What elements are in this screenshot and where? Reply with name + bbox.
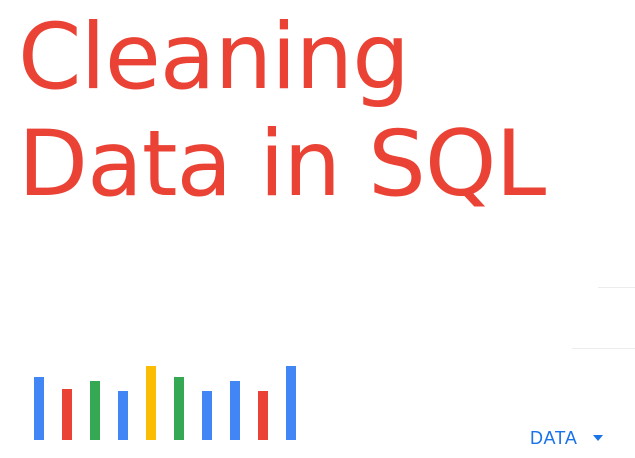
logo-bar — [62, 389, 72, 440]
logo-bar — [174, 377, 184, 440]
logo-bar — [34, 377, 44, 440]
logo-bar — [286, 366, 296, 440]
bar-chart-logo-icon — [34, 366, 296, 440]
logo-bar — [90, 381, 100, 440]
logo-bar — [118, 391, 128, 440]
data-menu-label: DATA — [530, 428, 578, 448]
logo-bar — [230, 381, 240, 440]
logo-bar — [146, 366, 156, 440]
logo-bar — [202, 391, 212, 440]
chevron-down-icon — [593, 435, 604, 441]
logo-bar — [258, 391, 268, 440]
data-menu-button[interactable]: DATA — [530, 424, 630, 452]
